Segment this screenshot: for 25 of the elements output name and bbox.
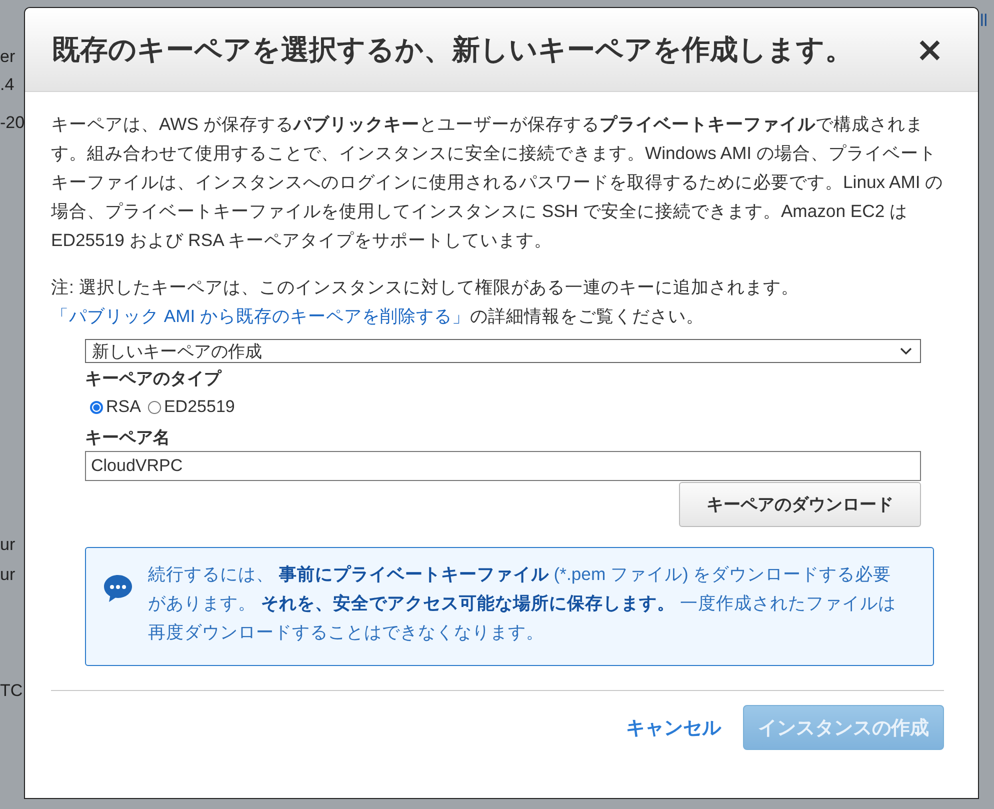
- radio-button[interactable]: [90, 400, 103, 414]
- chevron-icon: [900, 347, 912, 355]
- background-text: ll: [980, 10, 988, 32]
- radio-label: RSA: [106, 397, 141, 417]
- radio-label: ED25519: [164, 397, 235, 417]
- radio-button[interactable]: [148, 400, 161, 414]
- key-pair-dropdown[interactable]: 新しいキーペアの作成: [85, 339, 921, 363]
- download-button[interactable]: キーペアのダウンロード: [679, 482, 921, 527]
- dialog-title: 既存のキーペアを選択するか、新しいキーペアを作成します。: [52, 32, 853, 67]
- description-text: キーペアは、AWS が保存するパブリックキーとユーザーが保存するプライベートキーファイルで構成されます。組み合わせて使用することで、インスタンスに安全に接続できます。Windows AMI の場合、プライベートキーファイルは、インスタンスへのログインに使用されるパスワードを取得するために必要です。Linux AMI の場合、プライベートキーファイルを使用してインスタンスに SSH で安全に接続できます。Amazon EC2 は ED25519 および RSA キーペアタイプをサポートしています。: [51, 113, 944, 252]
- background-text: -20: [0, 112, 24, 134]
- background-text: .4: [0, 74, 16, 96]
- chat-bubble-icon: [102, 572, 134, 604]
- field-label: キーペア名: [85, 427, 171, 449]
- info-text: 続行するには、 事前にプライベートキーファイル (*.pem ファイル) をダウンロードする必要があります。 それを、安全でアクセス可能な場所に保存します。 一度作成されたファイルは再度ダウンロードすることはできなくなります。: [148, 563, 897, 644]
- cancel-button[interactable]: キャンセル: [626, 714, 721, 740]
- note-text: 注: 選択したキーペアは、このインスタンスに対して権限がある一連のキーに追加されます。 「パブリック AMI から既存のキーペアを削除する」の詳細情報をご覧ください。: [51, 276, 800, 328]
- background-text: ur: [0, 564, 16, 586]
- field-label: キーペアのタイプ: [85, 368, 223, 390]
- background-text: ur: [0, 534, 16, 556]
- background-text: er: [0, 46, 16, 68]
- background-text: TC: [0, 680, 24, 702]
- help-link[interactable]: 「パブリック AMI から既存のキーペアを削除する」: [51, 306, 470, 326]
- key-name-field[interactable]: CloudVRPC: [85, 451, 921, 481]
- close-button[interactable]: ×: [912, 32, 948, 66]
